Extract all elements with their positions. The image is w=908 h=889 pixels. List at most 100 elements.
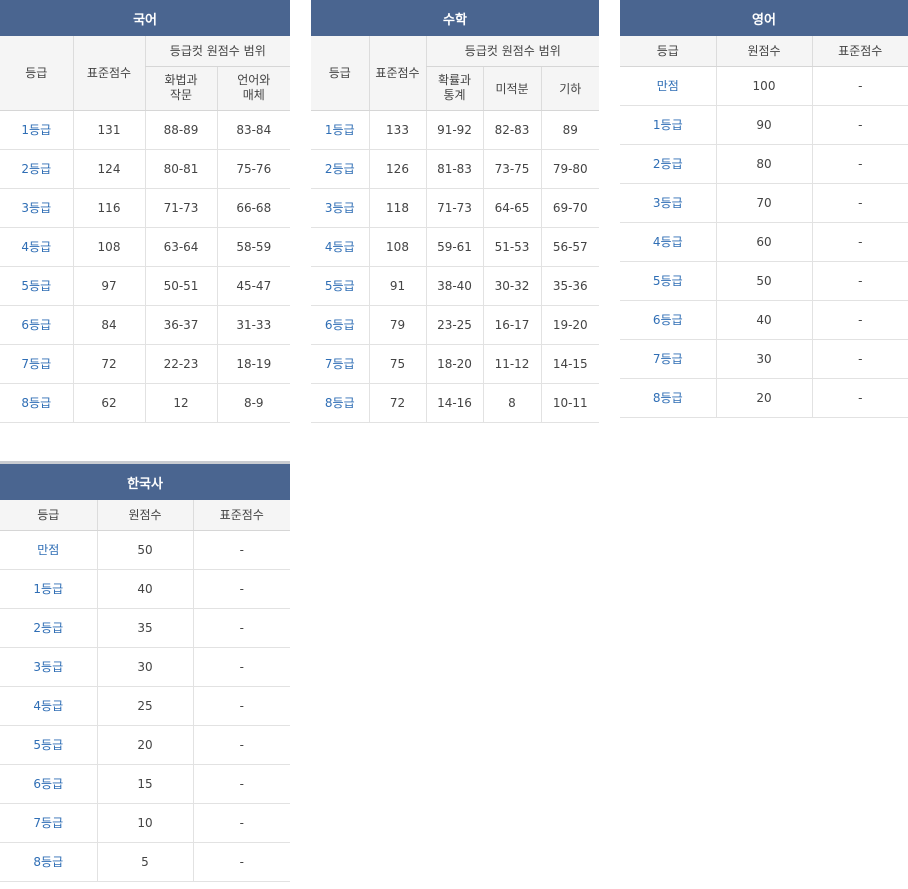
grade-link[interactable]: 만점 [620,66,716,106]
cell-std: - [192,842,291,882]
grade-link[interactable]: 7등급 [0,803,97,843]
grade-link[interactable]: 2등급 [311,149,369,189]
col-header-line: 화법과 [164,73,198,87]
cell-std: - [811,183,908,223]
cell-s2: 31-33 [216,305,291,345]
cell-s2: 8-9 [216,383,291,423]
cell-std: - [192,608,291,648]
cell-s2: 30-32 [482,266,541,306]
table-row: 만점 50- [0,530,291,570]
cell-s1: 14-16 [425,383,483,423]
col-header-probability-statistics: 확률과 통계 [425,66,483,111]
english-grade-table: 영어 등급 원점수 표준점수 만점 100-1등급 90-2등급 80-3등급 70-4… [620,0,908,418]
cell-s3: 35-36 [540,266,600,306]
cell-s2: 45-47 [216,266,291,306]
cell-std: - [811,261,908,301]
table-row: 8등급 20- [620,378,908,418]
cell-std: 72 [72,344,145,384]
col-header-calculus: 미적분 [482,66,541,111]
cell-s1: 22-23 [144,344,217,384]
table-row: 3등급 70- [620,183,908,223]
cell-raw: 35 [96,608,193,648]
grade-link[interactable]: 4등급 [620,222,716,262]
grade-link[interactable]: 2등급 [0,149,73,189]
grade-link[interactable]: 2등급 [0,608,97,648]
grade-link[interactable]: 5등급 [0,725,97,765]
col-header-language-media: 언어와 매체 [216,66,291,111]
col-header-standard-score: 표준점수 [72,36,145,111]
cell-std: 131 [72,110,145,150]
grade-link[interactable]: 1등급 [311,110,369,150]
cell-s1: 81-83 [425,149,483,189]
grade-link[interactable]: 3등급 [620,183,716,223]
grade-link[interactable]: 8등급 [311,383,369,423]
cell-s1: 71-73 [425,188,483,228]
table-row: 3등급 118 71-73 64-65 69-70 [311,188,600,228]
cell-std: - [811,222,908,262]
grade-link[interactable]: 3등급 [0,188,73,228]
cell-std: 108 [368,227,426,267]
grade-link[interactable]: 8등급 [0,383,73,423]
cell-std: - [192,686,291,726]
grade-link[interactable]: 4등급 [311,227,369,267]
cell-s1: 91-92 [425,110,483,150]
cell-s2: 8 [482,383,541,423]
cell-raw: 10 [96,803,193,843]
grade-link[interactable]: 6등급 [620,300,716,340]
grade-link[interactable]: 1등급 [620,105,716,145]
cell-raw: 80 [715,144,812,184]
grade-link[interactable]: 4등급 [0,227,73,267]
grade-link[interactable]: 1등급 [0,110,73,150]
grade-link[interactable]: 8등급 [620,378,716,418]
cell-raw: 30 [715,339,812,379]
grade-link[interactable]: 8등급 [0,842,97,882]
table-row: 3등급 30- [0,647,291,687]
cell-s1: 63-64 [144,227,217,267]
cell-raw: 50 [715,261,812,301]
grade-link[interactable]: 3등급 [311,188,369,228]
grade-link[interactable]: 5등급 [0,266,73,306]
table-row: 6등급 40- [620,300,908,340]
cell-s3: 89 [540,110,600,150]
grade-link[interactable]: 5등급 [311,266,369,306]
cell-s2: 11-12 [482,344,541,384]
cell-std: 118 [368,188,426,228]
table-row: 2등급 35- [0,608,291,648]
table-row: 7등급 10- [0,803,291,843]
grade-link[interactable]: 6등급 [0,764,97,804]
grade-link[interactable]: 7등급 [311,344,369,384]
cell-s3: 19-20 [540,305,600,345]
cell-std: 91 [368,266,426,306]
cell-s3: 79-80 [540,149,600,189]
cell-s2: 82-83 [482,110,541,150]
grade-link[interactable]: 만점 [0,530,97,570]
cell-s3: 69-70 [540,188,600,228]
cell-raw: 90 [715,105,812,145]
cell-s2: 18-19 [216,344,291,384]
cell-std: 97 [72,266,145,306]
cell-s1: 50-51 [144,266,217,306]
korean-history-title: 한국사 [0,462,291,500]
table-row: 4등급 108 59-61 51-53 56-57 [311,227,600,267]
grade-link[interactable]: 2등급 [620,144,716,184]
korean-grade-table: 국어 등급 표준점수 등급컷 원점수 범위 화법과 작문 언어와 매체 1등급 131… [0,0,291,423]
cell-std: 84 [72,305,145,345]
grade-link[interactable]: 4등급 [0,686,97,726]
col-header-grade: 등급 [311,36,369,111]
grade-link[interactable]: 3등급 [0,647,97,687]
cell-raw: 20 [96,725,193,765]
grade-link[interactable]: 7등급 [620,339,716,379]
cell-s2: 51-53 [482,227,541,267]
grade-link[interactable]: 1등급 [0,569,97,609]
cell-std: 124 [72,149,145,189]
grade-link[interactable]: 7등급 [0,344,73,384]
cell-std: 108 [72,227,145,267]
grade-link[interactable]: 5등급 [620,261,716,301]
table-row: 8등급 5- [0,842,291,882]
cell-raw: 60 [715,222,812,262]
cell-s2: 66-68 [216,188,291,228]
grade-link[interactable]: 6등급 [311,305,369,345]
col-header-standard-score: 표준점수 [192,500,291,531]
grade-link[interactable]: 6등급 [0,305,73,345]
cell-s1: 18-20 [425,344,483,384]
